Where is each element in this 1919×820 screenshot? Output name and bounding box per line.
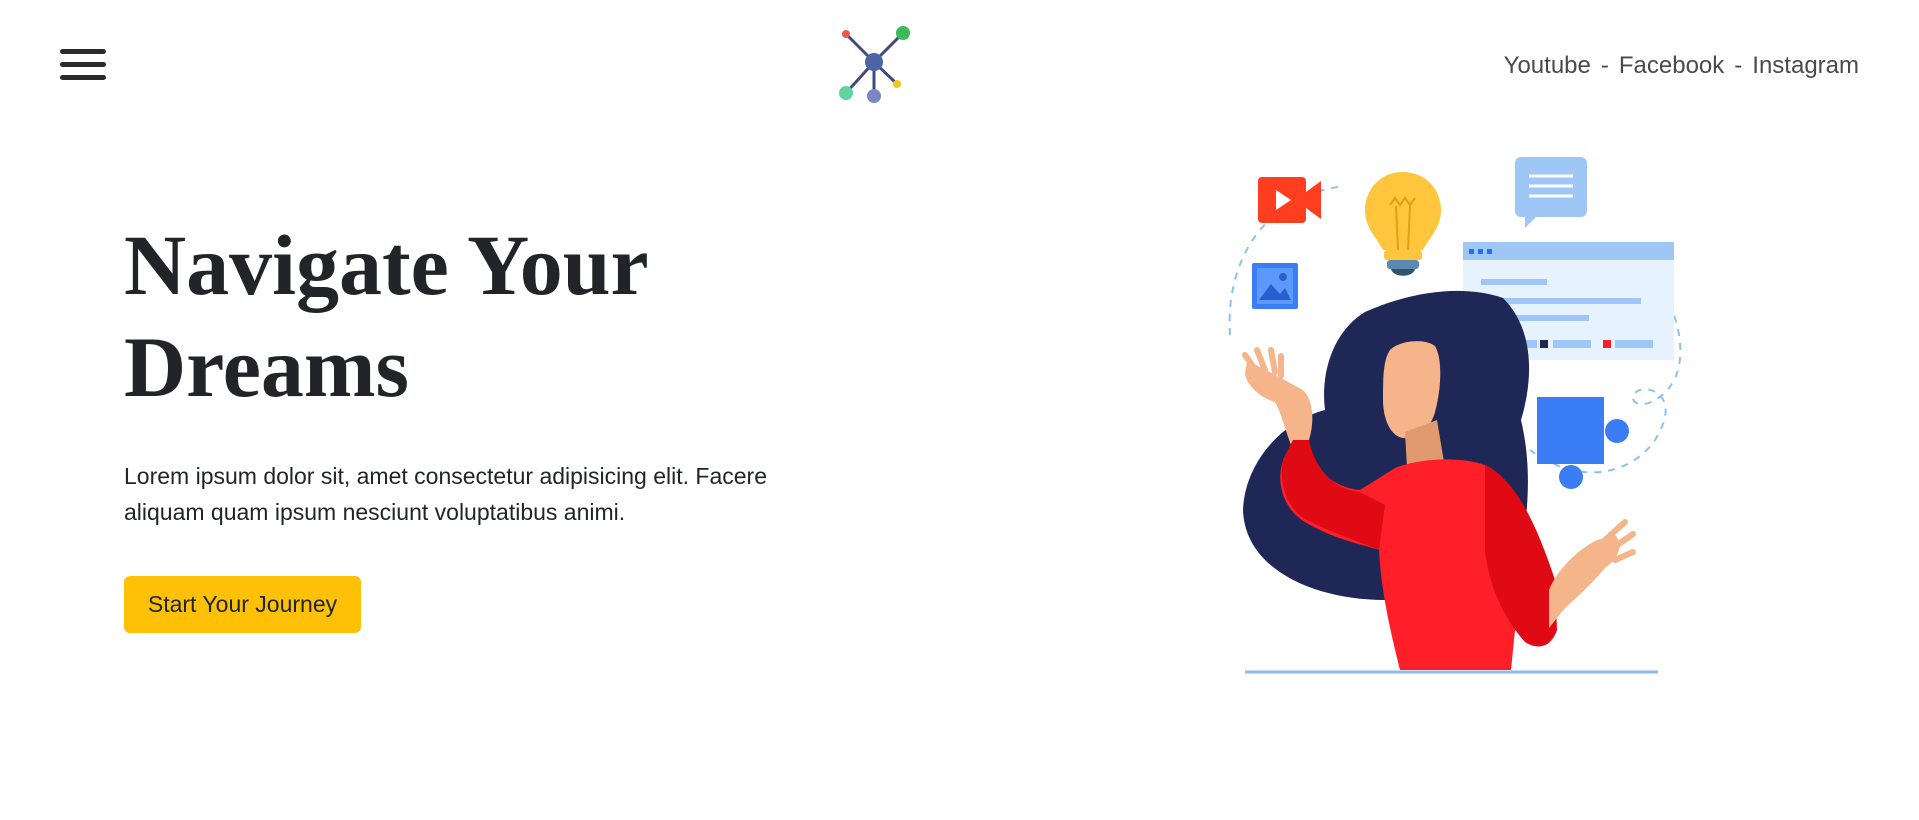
puzzle-piece-icon: [1537, 397, 1629, 489]
woman-ideas-illustration: [1228, 157, 1682, 674]
landing-page: Youtube - Facebook - Instagram Navigate Your…: [0, 0, 1919, 820]
start-journey-button[interactable]: Start Your Journey: [124, 576, 361, 633]
hero-title-line-2: Dreams: [124, 319, 410, 415]
lightbulb-icon: [1365, 172, 1441, 276]
youtube-link[interactable]: Youtube: [1504, 52, 1591, 79]
social-separator: -: [1734, 52, 1743, 79]
hero-description: Lorem ipsum dolor sit, amet consectetur …: [124, 463, 768, 525]
woman-right-hand: [1549, 535, 1620, 628]
chat-bubble-icon: [1515, 157, 1587, 228]
hamburger-menu-icon[interactable]: [60, 48, 106, 82]
menu-line: [60, 62, 106, 67]
menu-line: [60, 75, 106, 80]
menu-line: [60, 49, 106, 54]
social-separator: -: [1600, 52, 1609, 79]
video-camera-icon: [1258, 177, 1321, 223]
social-links: Youtube - Facebook - Instagram: [1504, 52, 1859, 80]
hero-title: Navigate Your Dreams: [124, 214, 844, 418]
instagram-link[interactable]: Instagram: [1752, 52, 1859, 79]
network-logo-icon[interactable]: [833, 24, 915, 108]
hero-title-line-1: Navigate Your: [124, 217, 649, 313]
image-icon: [1252, 263, 1298, 309]
facebook-link[interactable]: Facebook: [1619, 52, 1724, 79]
